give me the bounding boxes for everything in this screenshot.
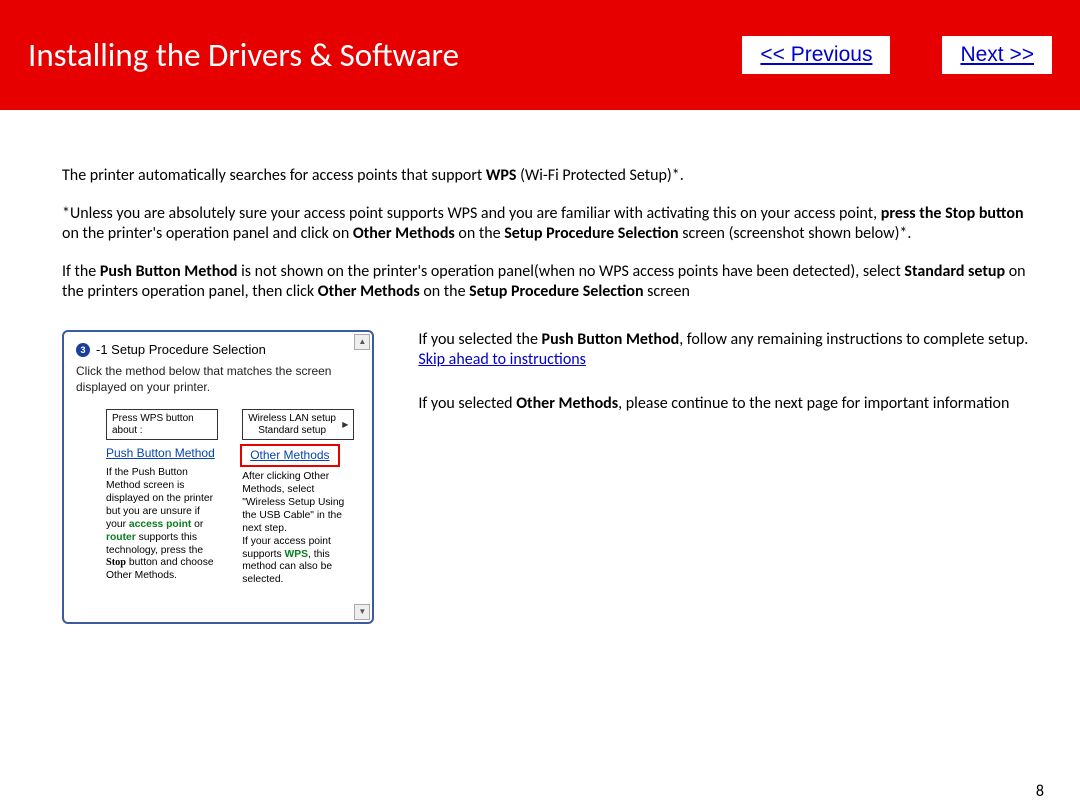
text-bold: Setup Procedure Selection [469, 282, 643, 301]
step-number-badge: 3 [76, 343, 90, 357]
wps-bold: WPS [486, 166, 517, 185]
page-title: Installing the Drivers & Software [28, 7, 722, 103]
text: If you selected [418, 394, 516, 413]
page-number: 8 [1036, 782, 1044, 802]
instructions-right-column: If you selected the Push Button Method, … [418, 330, 1032, 624]
next-button[interactable]: Next >> [942, 36, 1052, 74]
text: or [191, 519, 203, 530]
text-bold: Setup Procedure Selection [504, 224, 678, 243]
push-button-instruction: If you selected the Push Button Method, … [418, 330, 1032, 370]
wps-box: Press WPS button about : [106, 409, 218, 440]
text-bold: Push Button Method [100, 262, 238, 281]
header-bar: Installing the Drivers & Software << Pre… [0, 0, 1080, 110]
box-line-2: Standard setup [248, 425, 326, 436]
text-green: access point [129, 519, 191, 530]
scroll-up-icon: ▲ [354, 334, 370, 350]
text-bold: Other Methods [353, 224, 455, 243]
triangle-right-icon: ▶ [342, 420, 348, 429]
setup-procedure-screenshot: ▲ ▼ 3 -1 Setup Procedure Selection Click… [62, 330, 374, 624]
text: If you selected the [418, 330, 541, 349]
paragraph-2: *Unless you are absolutely sure your acc… [62, 204, 1032, 244]
push-button-method-link[interactable]: Push Button Method [106, 446, 215, 461]
dialog-title-text: -1 Setup Procedure Selection [96, 342, 266, 358]
text: If the [62, 262, 100, 281]
text-green: WPS [285, 549, 308, 560]
text: is not shown on the printer's operation … [238, 262, 905, 281]
right-desc-b: If your access point supports WPS, this … [242, 536, 354, 587]
text-bold: Standard setup [904, 262, 1005, 281]
text-bold: Push Button Method [542, 330, 680, 349]
text: (Wi-Fi Protected Setup)*. [516, 166, 683, 185]
other-methods-link[interactable]: Other Methods [242, 446, 337, 465]
wireless-lan-box: Wireless LAN setup Standard setup ▶ [242, 409, 354, 440]
wps-box-text: Press WPS button about : [112, 413, 212, 436]
skip-ahead-link[interactable]: Skip ahead to instructions [418, 350, 586, 369]
previous-button[interactable]: << Previous [742, 36, 890, 74]
methods-row: Press WPS button about : Push Button Met… [76, 409, 360, 587]
paragraph-1: The printer automatically searches for a… [62, 166, 1032, 186]
text-bold: Other Methods [516, 394, 618, 413]
text: , please continue to the next page for i… [618, 394, 1009, 413]
content-area: The printer automatically searches for a… [0, 110, 1080, 810]
right-desc-a: After clicking Other Methods, select "Wi… [242, 471, 354, 535]
nav-container: << Previous Next >> [742, 36, 1052, 74]
scroll-down-icon: ▼ [354, 604, 370, 620]
slide-page: Installing the Drivers & Software << Pre… [0, 0, 1080, 810]
two-column-row: ▲ ▼ 3 -1 Setup Procedure Selection Click… [62, 330, 1032, 624]
scrollbar: ▲ ▼ [354, 334, 370, 620]
text-bold: press the Stop button [881, 204, 1024, 223]
text-bold: Other Methods [318, 282, 420, 301]
text: on the printer's operation panel and cli… [62, 224, 353, 243]
method-left-column: Press WPS button about : Push Button Met… [106, 409, 218, 587]
text-stop: Stop [106, 557, 126, 568]
text-green: router [106, 532, 136, 543]
text: on the [420, 282, 469, 301]
text: on the [455, 224, 504, 243]
right-method-description: After clicking Other Methods, select "Wi… [242, 471, 354, 587]
box-line-1: Wireless LAN setup [248, 413, 336, 424]
text: screen (screenshot shown below)*. [679, 224, 912, 243]
box-lines: Wireless LAN setup Standard setup [248, 413, 336, 436]
text: , follow any remaining instructions to c… [679, 330, 1028, 349]
text: *Unless you are absolutely sure your acc… [62, 204, 881, 223]
dialog-prompt: Click the method below that matches the … [76, 364, 360, 395]
text: The printer automatically searches for a… [62, 166, 486, 185]
method-right-column: Wireless LAN setup Standard setup ▶ Othe… [242, 409, 354, 587]
text: screen [644, 282, 690, 301]
dialog-title: 3 -1 Setup Procedure Selection [76, 342, 360, 358]
other-methods-instruction: If you selected Other Methods, please co… [418, 394, 1032, 414]
left-method-description: If the Push Button Method screen is disp… [106, 467, 218, 583]
paragraph-3: If the Push Button Method is not shown o… [62, 262, 1032, 302]
